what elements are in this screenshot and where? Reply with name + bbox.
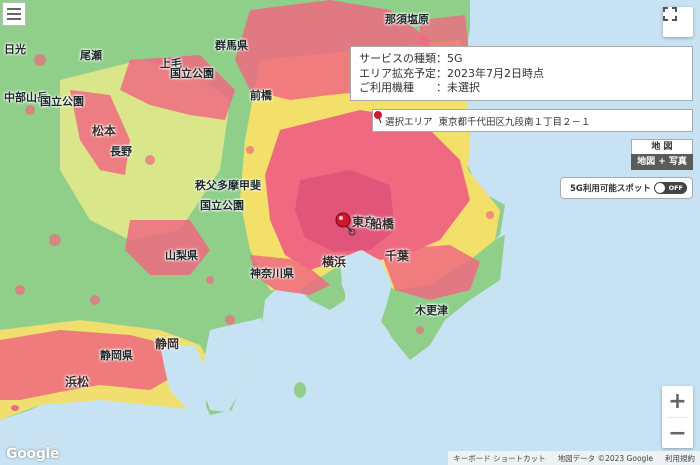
map-label: 国立公園 — [200, 199, 244, 212]
service-type-value: 5G — [447, 52, 463, 65]
map-label: 日光 — [4, 43, 26, 56]
map-label: 国立公園 — [170, 67, 214, 80]
5g-spot-label: 5G利用可能スポット — [570, 184, 651, 194]
zoom-out-button[interactable]: − — [662, 418, 693, 449]
coverage-map[interactable]: 日光 中部山岳 国立公園 松本 長野 上毛 国立公園 尾瀬 群馬県 那須塩原 前… — [0, 0, 700, 465]
map-label: 静岡 — [155, 337, 180, 351]
google-logo: Google — [6, 446, 60, 462]
expansion-label: エリア拡充予定： — [359, 66, 447, 80]
map-label: 那須塩原 — [385, 13, 429, 26]
toggle-knob — [655, 183, 665, 193]
terms-link[interactable]: 利用規約 — [665, 453, 695, 464]
device-value: 未選択 — [447, 81, 480, 95]
5g-spot-toggle[interactable]: OFF — [654, 182, 687, 194]
hamburger-icon — [7, 8, 21, 10]
map-label: 船橋 — [370, 217, 395, 231]
keyboard-shortcuts-link[interactable]: キーボード ショートカット — [453, 453, 545, 464]
service-type-label: サービスの種類： — [359, 52, 447, 65]
device-label: ご利用機種 ： — [359, 81, 447, 95]
map-data-credit: 地図データ ©2023 Google — [557, 453, 653, 463]
map-label: 神奈川県 — [250, 267, 294, 280]
map-label: 尾瀬 — [80, 49, 102, 62]
map-type-switch: 地 図 地図 + 写真 — [631, 139, 693, 170]
map-label: 木更津 — [415, 304, 448, 317]
zoom-in-button[interactable]: + — [662, 386, 693, 417]
fullscreen-icon — [663, 7, 677, 21]
map-label: 長野 — [110, 145, 132, 158]
map-label: 静岡県 — [100, 349, 133, 362]
map-label: 松本 — [92, 124, 117, 138]
map-label: 群馬県 — [215, 39, 248, 52]
map-label: 横浜 — [322, 255, 347, 269]
map-label: 秩父多摩甲斐 — [195, 179, 261, 192]
map-label: 国立公園 — [40, 95, 84, 108]
selected-area-address: 東京都千代田区九段南１丁目２－１ — [438, 116, 591, 128]
service-info-panel: サービスの種類：5G エリア拡充予定：2023年7月2日時点 ご利用機種 ：未選… — [350, 46, 693, 101]
map-type-map-button[interactable]: 地 図 — [631, 139, 693, 154]
map-label: 浜松 — [65, 375, 90, 389]
expansion-value: 2023年7月2日時点 — [447, 66, 544, 80]
fullscreen-button[interactable] — [663, 7, 693, 37]
map-label: 山梨県 — [165, 249, 198, 262]
zoom-control: + − — [662, 386, 693, 448]
toggle-state: OFF — [668, 184, 683, 192]
5g-spot-control[interactable]: 5G利用可能スポット OFF — [560, 177, 693, 199]
coverage-tokyo-core — [295, 170, 395, 252]
map-label: 千葉 — [385, 249, 410, 263]
selected-area-label: 選択エリア — [385, 116, 433, 128]
map-attribution: キーボード ショートカット 地図データ ©2023 Google 利用規約 — [448, 451, 700, 465]
selected-area-bar[interactable]: 選択エリア 東京都千代田区九段南１丁目２－１ — [372, 109, 693, 132]
map-type-photo-button[interactable]: 地図 + 写真 — [631, 154, 693, 170]
menu-button[interactable] — [2, 2, 26, 26]
map-label: 前橋 — [250, 89, 272, 102]
